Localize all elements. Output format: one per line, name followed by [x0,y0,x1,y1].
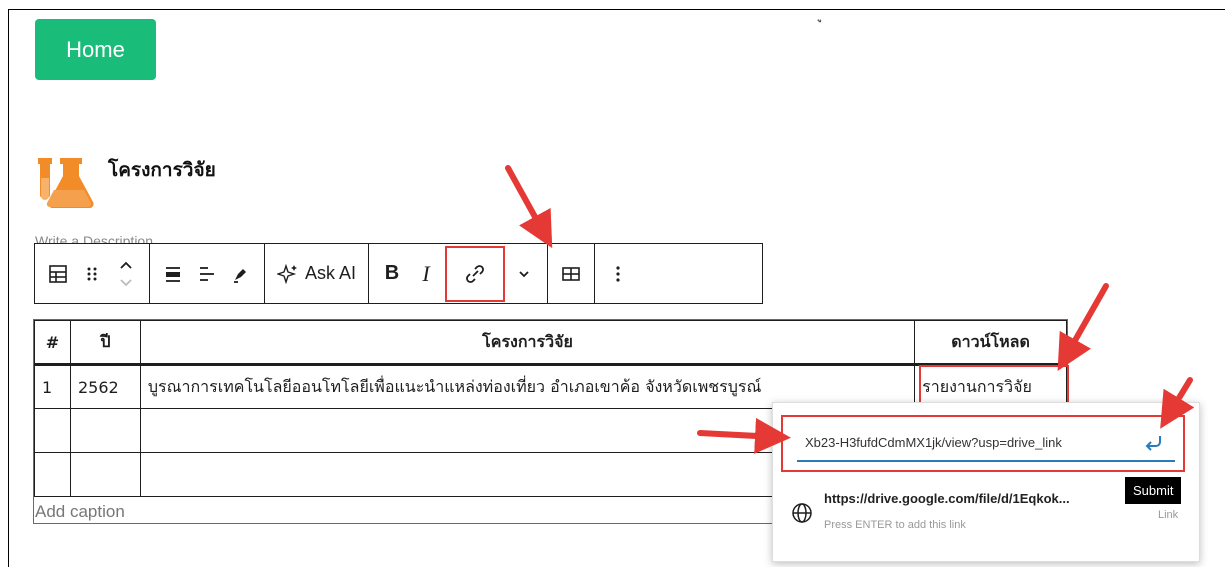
suggestion-hint: Press ENTER to add this link [824,519,966,531]
block-title: โครงการวิจัย [108,159,216,181]
toolbar-group-format: B I [369,244,549,303]
chevron-down-icon[interactable] [507,251,541,297]
link-icon [466,264,484,283]
table-header-row: # ปี โครงการวิจัย ดาวน์โหลด [34,320,1067,365]
header-number[interactable]: # [34,320,71,365]
header-year[interactable]: ปี [69,320,141,365]
sparkle-icon [277,263,297,284]
home-button[interactable]: Home [35,19,156,80]
table-cell[interactable] [69,452,141,497]
toolbar-group-ai: Ask AI [265,244,370,303]
bold-button[interactable]: B [375,251,409,297]
cell-year[interactable]: 2562 [69,364,141,409]
toolbar-group-align [150,244,265,303]
table-cell[interactable] [34,452,71,497]
submit-tooltip: Submit [1125,477,1182,504]
cell-number[interactable]: 1 [34,364,71,409]
toolbar-group-table [548,244,596,303]
suggestion-url: https://drive.google.com/file/d/1Eqkok..… [824,491,1070,506]
table-cell[interactable] [69,408,141,453]
flask-icon [38,158,94,209]
toolbar-group-block [35,244,150,303]
caption-placeholder[interactable]: Add caption [35,502,125,522]
url-input[interactable] [797,424,1175,462]
link-button[interactable] [445,245,506,302]
header-project[interactable]: โครงการวิจัย [139,320,916,365]
table-block-icon[interactable] [41,251,75,297]
url-highlight-box [781,415,1185,472]
block-toolbar: Ask AI B I [34,243,763,304]
edit-table-icon[interactable] [554,251,588,297]
table-cell[interactable] [34,408,71,453]
ask-ai-button[interactable]: Ask AI [271,251,362,297]
move-up-down-icon[interactable] [109,251,143,297]
enter-return-icon[interactable] [1143,433,1165,453]
align-text-icon[interactable] [190,251,224,297]
download-highlight-box [919,365,1069,407]
header-download[interactable]: ดาวน์โหลด [914,320,1067,365]
more-options-icon[interactable] [601,251,635,297]
ask-ai-label: Ask AI [305,263,357,283]
link-type-label: Link [1158,509,1179,521]
globe-icon [792,503,812,523]
align-block-icon[interactable] [156,251,190,297]
drag-handle-icon[interactable] [75,251,109,297]
italic-button[interactable]: I [409,251,443,297]
link-popover: https://drive.google.com/file/d/1Eqkok..… [772,402,1200,562]
toolbar-group-more [595,244,641,303]
highlight-pen-icon[interactable] [224,251,258,297]
